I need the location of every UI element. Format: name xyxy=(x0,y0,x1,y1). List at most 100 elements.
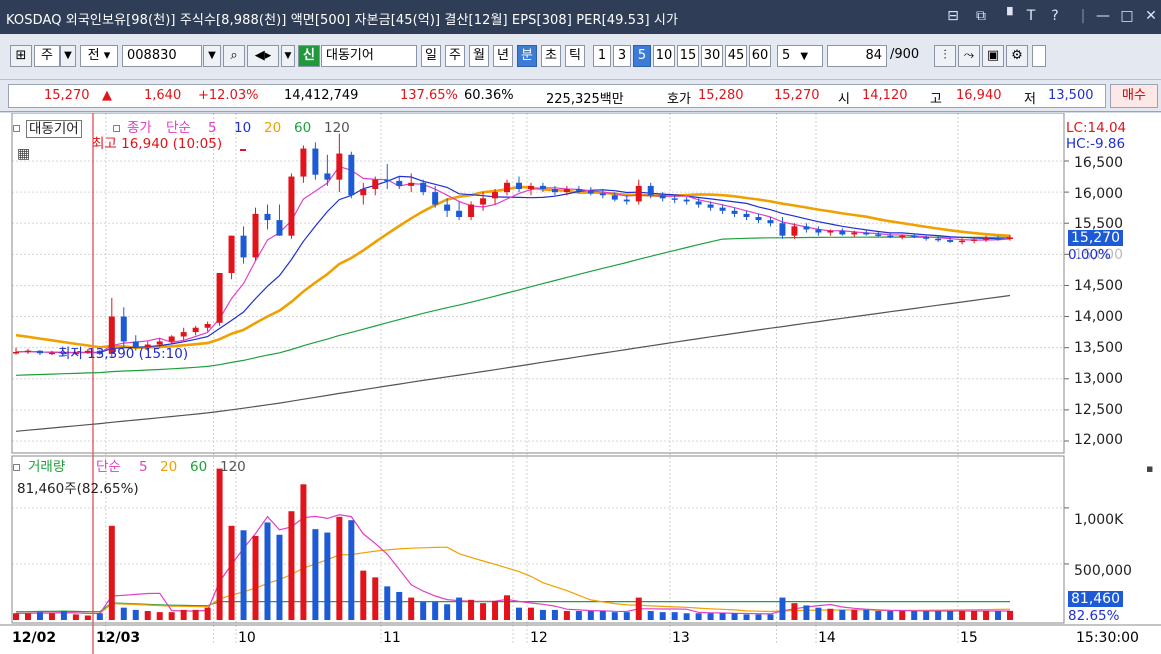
count-input[interactable]: 84 xyxy=(827,45,887,67)
stock-name-field[interactable]: 대동기어 xyxy=(321,45,417,67)
candle-body xyxy=(599,193,606,196)
pin-icon[interactable]: ▝ xyxy=(998,7,1016,25)
search-icon[interactable]: ⌕ xyxy=(223,45,245,67)
close-panel-icon[interactable]: ▪ xyxy=(1146,461,1153,477)
volume-bar xyxy=(324,532,331,620)
code-dropdown-icon[interactable]: ▼ xyxy=(203,45,221,67)
volume-bar xyxy=(1007,610,1013,620)
interval-60[interactable]: 60 xyxy=(749,45,771,67)
volume-bar xyxy=(312,529,319,620)
grid xyxy=(12,113,1069,654)
prev-select[interactable]: 전 ▾ xyxy=(80,45,118,67)
low-label: 저 xyxy=(1024,92,1036,107)
candle-body xyxy=(563,189,570,193)
candle-body xyxy=(515,182,522,189)
restore-icon[interactable]: ⊟ xyxy=(944,7,962,25)
gear-icon[interactable]: ⚙ xyxy=(1006,45,1028,67)
volume-bar xyxy=(959,611,966,620)
volume-bar xyxy=(539,609,546,620)
interval-3[interactable]: 3 xyxy=(613,45,631,67)
period-second[interactable]: 초 xyxy=(541,45,561,67)
volume-bar xyxy=(276,534,283,620)
candle-body xyxy=(647,185,654,196)
volume-bar xyxy=(348,520,355,620)
volume-bar xyxy=(204,607,211,620)
title-bar: KOSDAQ 외국인보유[98(천)] 주식수[8,988(천)] 액면[500… xyxy=(0,0,1161,34)
change-percent: +12.03% xyxy=(198,88,259,103)
interval-10[interactable]: 10 xyxy=(653,45,675,67)
volume-bar xyxy=(24,613,31,620)
help-icon[interactable]: ? xyxy=(1046,7,1064,25)
change-value: 1,640 xyxy=(144,88,182,103)
link-icon[interactable]: ⊞ xyxy=(10,45,32,67)
volume-bar xyxy=(192,609,199,620)
volume-bar xyxy=(647,611,654,620)
candle-type-icon[interactable]: ⫶ xyxy=(934,45,956,67)
minimize-icon[interactable]: — xyxy=(1094,7,1112,25)
volume-bar xyxy=(875,611,882,620)
stock-label[interactable]: 대동기어 xyxy=(26,120,82,138)
line-tool-icon[interactable]: ⤳ xyxy=(958,45,980,67)
period-week[interactable]: 주 xyxy=(445,45,465,67)
day-mode-select[interactable]: 주 xyxy=(34,45,60,67)
volume-bar xyxy=(396,591,403,620)
y-tick: 12,500 xyxy=(1074,402,1123,418)
period-day[interactable]: 일 xyxy=(421,45,441,67)
legend-ma5: 5 xyxy=(208,120,217,136)
candle-body xyxy=(875,234,882,236)
close-icon[interactable]: ✕ xyxy=(1142,7,1160,25)
candle-body xyxy=(444,204,451,211)
save-icon[interactable]: ▣ xyxy=(982,45,1004,67)
stock-code-input[interactable]: 008830 xyxy=(122,45,202,67)
volume-legend-ma20: 20 xyxy=(160,459,178,475)
chevron-down-icon[interactable]: ▼ xyxy=(60,45,76,67)
volume-bar xyxy=(408,597,415,620)
volume-bar xyxy=(587,611,594,620)
chevron-down-icon[interactable]: ▼ xyxy=(281,45,295,67)
candle-body xyxy=(683,199,690,202)
checkbox[interactable] xyxy=(1032,45,1046,67)
low-price: 13,500 xyxy=(1048,88,1094,103)
table-icon[interactable]: ▦ xyxy=(17,146,30,162)
period-minute[interactable]: 분 xyxy=(517,45,537,67)
volume-bar xyxy=(504,595,511,620)
y-tick: 13,000 xyxy=(1074,371,1123,387)
interval-15[interactable]: 15 xyxy=(677,45,699,67)
volume-bar xyxy=(300,484,307,620)
interval-1[interactable]: 1 xyxy=(593,45,611,67)
panel-icon[interactable]: ▫ xyxy=(12,120,21,136)
volume-bar xyxy=(575,611,582,620)
interval-5[interactable]: 5 xyxy=(633,45,651,67)
volume-bar xyxy=(156,612,163,620)
quote-bar: 15,270 ▲ 1,640 +12.03% 14,412,749 137.65… xyxy=(0,80,1161,112)
interval-select[interactable]: 5 ▼ xyxy=(777,45,823,67)
font-icon[interactable]: T xyxy=(1022,7,1040,25)
candle-body xyxy=(611,195,618,200)
ma20-line xyxy=(15,185,1011,350)
speaker-icon[interactable]: ◀▸ xyxy=(247,45,279,67)
interval-30[interactable]: 30 xyxy=(701,45,723,67)
period-month[interactable]: 월 xyxy=(469,45,489,67)
open-price: 14,120 xyxy=(862,88,908,103)
period-year[interactable]: 년 xyxy=(493,45,513,67)
buy-button[interactable]: 매수 xyxy=(1110,84,1158,108)
volume-bar xyxy=(372,577,379,620)
period-tick[interactable]: 틱 xyxy=(565,45,585,67)
candle-body xyxy=(575,189,582,191)
candle-body xyxy=(635,185,642,202)
candle-body xyxy=(420,182,427,193)
volume-legend-ma5: 5 xyxy=(139,459,148,475)
high-annotation: 최고 16,940 (10:05) xyxy=(92,136,223,152)
volume-bar xyxy=(611,612,618,620)
volume-panel-icon[interactable]: ▫ xyxy=(12,459,21,475)
chart-svg xyxy=(0,113,1161,654)
candle-body xyxy=(252,213,259,258)
volume-bar xyxy=(48,613,55,620)
popup-icon[interactable]: ⧉ xyxy=(972,7,990,25)
volume-bar xyxy=(180,609,187,620)
window-title: KOSDAQ 외국인보유[98(천)] 주식수[8,988(천)] 액면[500… xyxy=(6,13,679,28)
interval-45[interactable]: 45 xyxy=(725,45,747,67)
y-tick: 12,000 xyxy=(1074,432,1123,448)
maximize-icon[interactable]: □ xyxy=(1118,7,1136,25)
candle-body xyxy=(935,238,942,241)
